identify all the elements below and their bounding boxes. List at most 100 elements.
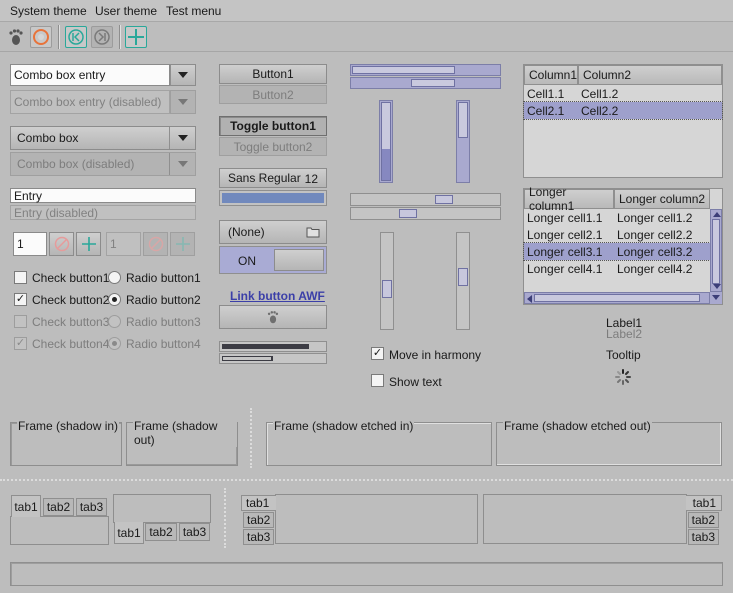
horizontal-scrollbar-2[interactable]: [350, 77, 501, 89]
switch[interactable]: ON: [219, 246, 327, 274]
scrollbar-thumb[interactable]: [534, 294, 700, 302]
check-button-1[interactable]: [14, 271, 27, 284]
tree2-column-header-1[interactable]: Longer column1: [524, 185, 614, 213]
table-row[interactable]: Cell1.1 Cell1.2: [524, 85, 722, 102]
tree2-column-header-2[interactable]: Longer column2: [614, 189, 710, 209]
notebook-bottom-tab2[interactable]: tab2: [145, 523, 177, 541]
scrollbar-thumb[interactable]: [712, 219, 720, 284]
pane-separator[interactable]: [250, 408, 252, 468]
notebook-left-tab2[interactable]: tab2: [243, 512, 274, 528]
move-in-harmony-checkbox[interactable]: ✓: [371, 347, 384, 360]
scroll-down-icon[interactable]: [713, 284, 721, 289]
horizontal-scale-2[interactable]: [350, 207, 501, 220]
horizontal-scrollbar-1[interactable]: [350, 64, 501, 76]
spin-increment-disabled: [170, 232, 195, 256]
skip-back-icon[interactable]: [65, 26, 87, 48]
scroll-down-icon[interactable]: [710, 292, 722, 304]
scrollbar-thumb[interactable]: [352, 66, 455, 74]
toolbar: [0, 22, 733, 52]
notebook-left-tab1[interactable]: tab1: [241, 495, 276, 511]
stop-icon[interactable]: [30, 26, 52, 48]
check-button-3: [14, 315, 27, 328]
tree2-horizontal-scrollbar[interactable]: [524, 292, 710, 304]
notebook-right-tab1[interactable]: tab1: [686, 495, 722, 511]
notebook-bottom-tab1[interactable]: tab1: [114, 522, 144, 544]
show-text-checkbox[interactable]: [371, 374, 384, 387]
vertical-scrollbar-1[interactable]: [379, 100, 393, 183]
entry-field[interactable]: Entry: [10, 188, 196, 203]
tree-view-2[interactable]: Longer column1 Longer column2 Longer cel…: [523, 185, 723, 305]
toggle-button1[interactable]: Toggle button1: [219, 116, 327, 136]
radio-button-2[interactable]: [108, 293, 121, 306]
image-button[interactable]: [219, 305, 327, 329]
radio-button-1[interactable]: [108, 271, 121, 284]
file-chooser-button[interactable]: (None): [219, 220, 327, 244]
menu-test-menu[interactable]: Test menu: [166, 4, 221, 18]
tree2-vertical-scrollbar[interactable]: [710, 209, 722, 292]
add-icon[interactable]: [125, 26, 147, 48]
font-button[interactable]: Sans Regular 12: [219, 168, 327, 188]
spin-decrement-button[interactable]: [49, 232, 74, 256]
notebook-top: [10, 516, 109, 545]
switch-knob[interactable]: [274, 249, 324, 271]
spin-increment-button[interactable]: [76, 232, 101, 256]
scroll-left-icon[interactable]: [527, 295, 532, 303]
notebook-top-tab2[interactable]: tab2: [43, 498, 74, 516]
vertical-scale-2[interactable]: [456, 232, 470, 330]
notebook-bottom-tab3[interactable]: tab3: [179, 523, 210, 541]
table-cell: Cell2.1: [527, 103, 565, 118]
button1[interactable]: Button1: [219, 64, 327, 84]
table-row[interactable]: Longer cell4.1 Longer cell4.2: [524, 260, 710, 277]
tree1-column-header-1[interactable]: Column1: [524, 65, 578, 85]
pane-separator[interactable]: [0, 479, 733, 481]
pane-separator[interactable]: [224, 488, 226, 548]
switch-on-label: ON: [238, 254, 256, 268]
link-button[interactable]: Link button AWF: [230, 289, 325, 303]
show-text-label: Show text: [389, 375, 442, 389]
table-row[interactable]: Longer cell2.1 Longer cell2.2: [524, 226, 710, 243]
progress-fill-2: [222, 356, 273, 361]
table-row[interactable]: Longer cell3.1 Longer cell3.2: [523, 242, 711, 261]
notebook-top-tab3[interactable]: tab3: [76, 498, 107, 516]
tooltip-label: Tooltip: [606, 348, 641, 362]
combo-entry-dropdown[interactable]: [170, 64, 196, 86]
checkmark-icon: ✓: [15, 293, 26, 305]
vertical-scale-1[interactable]: [380, 232, 394, 330]
notebook-top-tab1[interactable]: tab1: [11, 495, 41, 517]
scale-handle[interactable]: [435, 195, 453, 204]
gnome-foot-icon[interactable]: [5, 26, 27, 48]
tree-view-1[interactable]: Column1 Column2 Cell1.1 Cell1.2 Cell2.1 Cel…: [523, 64, 723, 178]
table-row[interactable]: Cell2.1 Cell2.2: [523, 101, 723, 120]
color-button[interactable]: [219, 190, 327, 206]
radio-button-label: Radio button2: [126, 293, 201, 307]
tree1-column-header-2[interactable]: Column2: [578, 65, 722, 85]
move-in-harmony-label: Move in harmony: [389, 348, 482, 362]
scrollbar-thumb[interactable]: [410, 79, 455, 87]
checkmark-icon: ✓: [15, 337, 26, 349]
table-cell: Cell1.2: [581, 86, 619, 101]
table-row[interactable]: Longer cell1.1 Longer cell1.2: [524, 209, 710, 226]
scrollbar-thumb[interactable]: [458, 102, 468, 138]
scroll-up-icon[interactable]: [713, 212, 721, 217]
scrollbar-thumb[interactable]: [381, 102, 391, 181]
notebook-right-tab3[interactable]: tab3: [688, 529, 719, 545]
scale-handle[interactable]: [458, 268, 468, 286]
combo-entry-text[interactable]: Combo box entry: [10, 64, 170, 86]
horizontal-scale-1[interactable]: [350, 193, 501, 206]
combo-box[interactable]: Combo box: [10, 126, 196, 150]
scale-handle[interactable]: [382, 280, 392, 298]
check-button-2[interactable]: ✓: [14, 293, 27, 306]
scale-handle[interactable]: [399, 209, 417, 218]
notebook-right-tab2[interactable]: tab2: [688, 512, 719, 528]
vertical-scrollbar-2[interactable]: [456, 100, 470, 183]
radio-button-label: Radio button4: [126, 337, 201, 351]
radio-button-label: Radio button3: [126, 315, 201, 329]
notebook-left-tab3[interactable]: tab3: [243, 529, 274, 545]
chevron-down-icon: [178, 99, 188, 105]
spin-input[interactable]: 1: [13, 232, 47, 256]
menu-user-theme[interactable]: User theme: [95, 4, 157, 18]
menu-system-theme[interactable]: System theme: [10, 4, 87, 18]
spinner-icon: [615, 369, 631, 385]
toggle-button2: Toggle button2: [219, 137, 327, 156]
skip-forward-icon[interactable]: [91, 26, 113, 48]
